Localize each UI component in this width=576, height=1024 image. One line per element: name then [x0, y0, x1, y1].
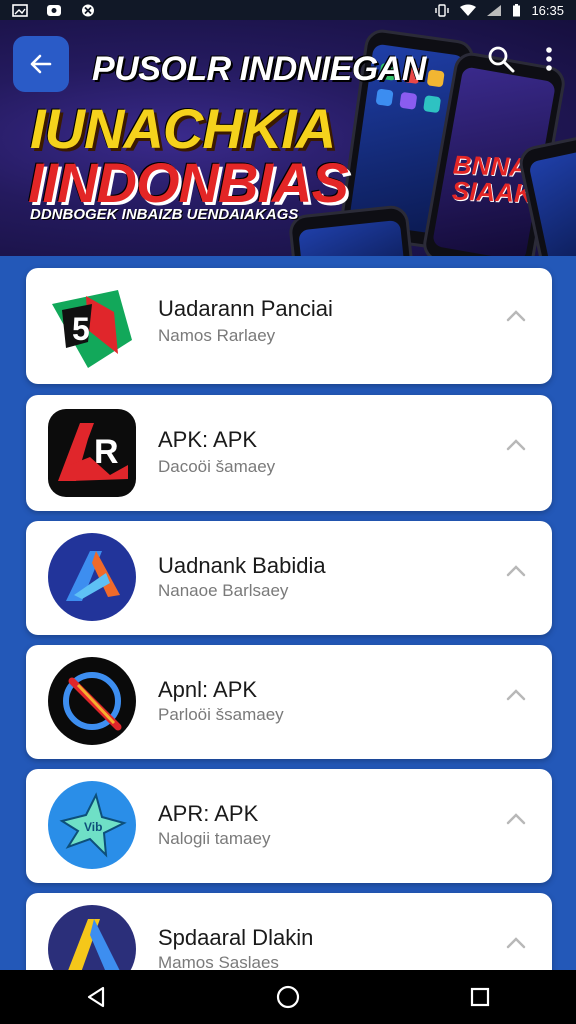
- app-subtitle: Parloöi šsamaey: [158, 705, 284, 724]
- status-bar: 16:35: [0, 0, 576, 20]
- chevron-up-icon[interactable]: [504, 433, 528, 457]
- battery-icon: [512, 3, 521, 17]
- app-subtitle: Namos Rarlaey: [158, 326, 276, 345]
- app-logo-blue-star-icon: Vib: [48, 781, 136, 869]
- app-card[interactable]: R APK: APK Dacoöi šamaey: [26, 395, 552, 511]
- app-card[interactable]: Uadnank Babidia Nanaoe Barlsaey: [26, 521, 552, 635]
- app-list: 5 Uadarann Panciai Namos Rarlaey R APK: …: [0, 256, 576, 970]
- app-subtitle: Nalogii tamaey: [158, 829, 271, 848]
- message-icon: [46, 4, 62, 17]
- svg-text:Vib: Vib: [84, 820, 102, 834]
- back-button[interactable]: [13, 36, 69, 92]
- nav-home-icon: [275, 984, 301, 1010]
- promo-banner: BNNAR SIAAK PUSOLR INDNIEGAN IUNACHKIA I…: [0, 20, 576, 256]
- search-button[interactable]: [486, 44, 516, 74]
- app-logo-blue-a-icon: [48, 533, 136, 621]
- nav-recents-icon: [467, 984, 493, 1010]
- app-logo-yellow-a-icon: [48, 905, 136, 970]
- arrow-left-icon: [28, 51, 54, 77]
- more-vert-icon: [535, 45, 563, 73]
- vibrate-icon: [434, 3, 450, 17]
- chevron-up-icon[interactable]: [504, 931, 528, 955]
- more-options-button[interactable]: [534, 44, 564, 74]
- nav-back-icon: [83, 984, 109, 1010]
- search-icon: [487, 45, 515, 73]
- app-title: Spdaaral Dlakin: [158, 925, 314, 950]
- close-notification-icon: [80, 4, 96, 17]
- app-logo-circle-slash-icon: [48, 657, 136, 745]
- banner-headline-4: DDNBOGEK INBAIZB UENDAIAKAGS: [30, 206, 299, 223]
- app-logo-ar-black-icon: R: [48, 409, 136, 497]
- app-card[interactable]: Spdaaral Dlakin Mamos Saslaes: [26, 893, 552, 970]
- svg-text:5: 5: [72, 311, 90, 347]
- signal-icon: [486, 4, 502, 17]
- app-title: Uadarann Panciai: [158, 296, 333, 321]
- app-card[interactable]: 5 Uadarann Panciai Namos Rarlaey: [26, 268, 552, 384]
- nav-back-button[interactable]: [76, 977, 116, 1017]
- app-card[interactable]: Apnl: APK Parloöi šsamaey: [26, 645, 552, 759]
- app-title: APK: APK: [158, 427, 258, 452]
- banner-headline-1: PUSOLR INDNIEGAN: [92, 50, 426, 88]
- app-subtitle: Dacoöi šamaey: [158, 457, 276, 476]
- nav-recents-button[interactable]: [460, 977, 500, 1017]
- chevron-up-icon[interactable]: [504, 683, 528, 707]
- chevron-up-icon[interactable]: [504, 559, 528, 583]
- chevron-up-icon[interactable]: [504, 807, 528, 831]
- app-subtitle: Mamos Saslaes: [158, 953, 279, 970]
- status-time: 16:35: [531, 2, 564, 18]
- app-title: Apnl: APK: [158, 677, 258, 702]
- app-title: APR: APK: [158, 801, 259, 826]
- gallery-icon: [12, 3, 28, 17]
- chevron-up-icon[interactable]: [504, 304, 528, 328]
- wifi-icon: [460, 4, 477, 17]
- app-subtitle: Nanaoe Barlsaey: [158, 581, 289, 600]
- app-logo-red-green-icon: 5: [48, 282, 136, 370]
- system-nav-bar: [0, 970, 576, 1024]
- app-card[interactable]: Vib APR: APK Nalogii tamaey: [26, 769, 552, 883]
- nav-home-button[interactable]: [268, 977, 308, 1017]
- app-title: Uadnank Babidia: [158, 553, 326, 578]
